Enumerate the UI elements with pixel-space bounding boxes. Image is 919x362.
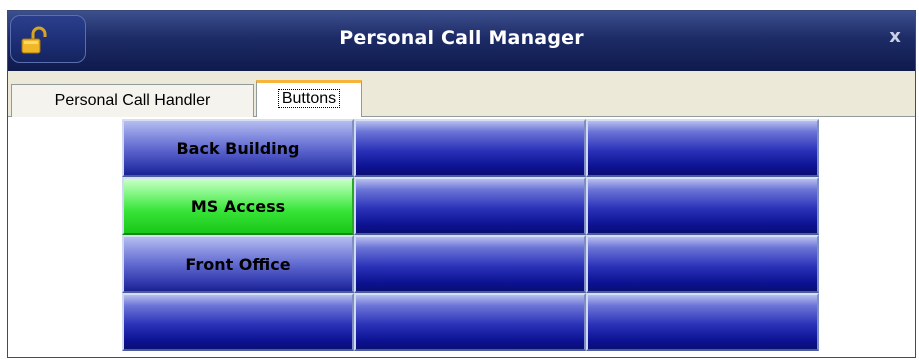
speed-button[interactable] bbox=[354, 293, 586, 351]
tab-bar: Personal Call Handler Buttons bbox=[8, 71, 915, 117]
title-bar: Personal Call Manager x bbox=[8, 11, 915, 71]
speed-button[interactable] bbox=[586, 293, 819, 351]
tab-label: Buttons bbox=[277, 89, 341, 108]
speed-button[interactable] bbox=[586, 177, 819, 235]
speed-button[interactable] bbox=[586, 235, 819, 293]
speed-button[interactable]: Back Building bbox=[122, 119, 354, 177]
personal-call-manager-window: Personal Call Manager x Personal Call Ha… bbox=[7, 10, 916, 358]
close-icon[interactable]: x bbox=[883, 25, 907, 49]
speed-button[interactable] bbox=[354, 119, 586, 177]
tab-buttons[interactable]: Buttons bbox=[256, 80, 362, 117]
speed-button[interactable]: Front Office bbox=[122, 235, 354, 293]
speed-button[interactable] bbox=[122, 293, 354, 351]
button-grid: Back Building MS Access Front Office bbox=[122, 119, 819, 351]
window-title: Personal Call Manager bbox=[339, 27, 584, 49]
speed-button-active[interactable]: MS Access bbox=[122, 177, 354, 235]
speed-button[interactable] bbox=[586, 119, 819, 177]
tab-label: Personal Call Handler bbox=[54, 92, 211, 109]
speed-button[interactable] bbox=[354, 177, 586, 235]
tab-personal-call-handler[interactable]: Personal Call Handler bbox=[11, 84, 254, 117]
speed-button[interactable] bbox=[354, 235, 586, 293]
